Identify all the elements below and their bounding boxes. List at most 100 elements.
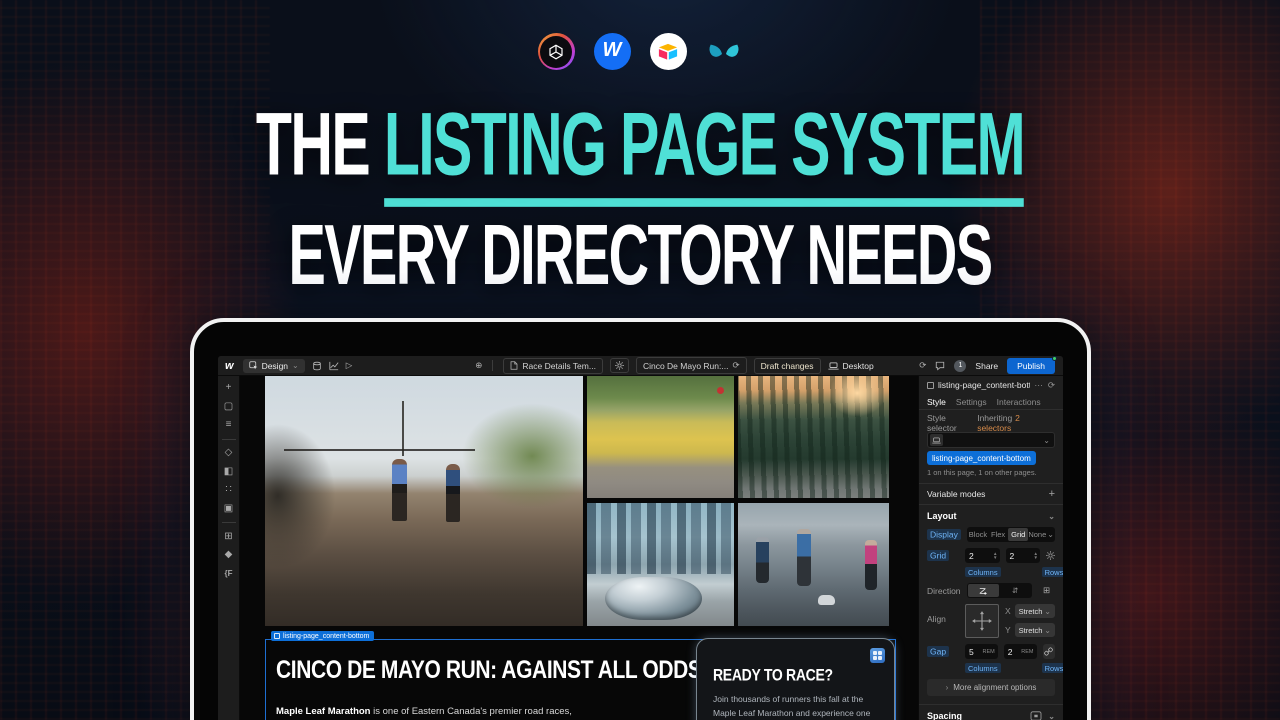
template-name: Race Details Tem... [522, 361, 596, 371]
tab-settings[interactable]: Settings [956, 397, 987, 407]
page-settings-button[interactable] [610, 358, 629, 373]
publish-label: Publish [1017, 361, 1045, 371]
row-gap-input[interactable]: 2 REM [1004, 644, 1037, 659]
preview-play-icon[interactable]: ▷ [346, 360, 353, 371]
display-label: Display [927, 529, 961, 540]
publish-status-dot [1052, 356, 1057, 361]
webflow-letter: W [603, 39, 622, 62]
components-icon[interactable]: ◇ [225, 448, 233, 458]
chevron-down-icon[interactable]: ⌄ [1043, 436, 1050, 445]
row-gap-value: 2 [1008, 647, 1013, 657]
display-option-none[interactable]: None⌄ [1028, 528, 1054, 541]
collaborator-avatar[interactable]: 1 [954, 360, 966, 372]
class-selector-input[interactable]: ⌄ [927, 432, 1055, 448]
grid-columns-stepper[interactable]: 2 ▲▼ [965, 548, 1000, 563]
runner-silhouette [865, 540, 877, 590]
assets-icon[interactable]: ▣ [224, 504, 233, 514]
layouts-icon[interactable]: ◧ [224, 467, 233, 477]
rows-label[interactable]: Rows [1042, 663, 1063, 673]
breakpoint-desktop-button[interactable]: Desktop [828, 361, 874, 371]
selected-content-section[interactable]: listing-page_content-bottom CINCO DE MAY… [265, 639, 896, 720]
cms-item-selector[interactable]: Cinco De Mayo Run:... ⟳ [636, 357, 747, 374]
hero-title-prefix: THE [256, 95, 384, 194]
display-option-flex[interactable]: Flex [988, 528, 1008, 541]
tab-interactions[interactable]: Interactions [997, 397, 1041, 407]
align-y-select[interactable]: Stretch ⌄ [1015, 623, 1055, 637]
analytics-icon[interactable] [329, 361, 339, 371]
grid-rows-stepper[interactable]: 2 ▲▼ [1006, 548, 1041, 563]
cms-database-icon[interactable] [312, 361, 322, 371]
photo-rain-runners[interactable] [738, 503, 889, 626]
apps-icon[interactable]: ⊞ [224, 532, 232, 542]
align-x-select[interactable]: Stretch ⌄ [1015, 604, 1055, 618]
grid-axis-labels: Columns Rows [919, 567, 1063, 577]
design-mode-button[interactable]: Design ⌄ [243, 359, 305, 373]
photo-decoration [818, 595, 835, 605]
gap-label: Gap [927, 646, 949, 657]
step-down-icon[interactable]: ▼ [993, 556, 997, 560]
page-template-selector[interactable]: Race Details Tem... [503, 358, 603, 374]
more-alignment-options-button[interactable]: › More alignment options [927, 679, 1055, 696]
align-cross-icon [971, 610, 993, 632]
cms-icon[interactable]: ◆ [225, 550, 233, 560]
display-option-block[interactable]: Block [968, 528, 988, 541]
tab-style[interactable]: Style [927, 397, 946, 407]
publish-button[interactable]: Publish [1007, 358, 1055, 374]
alignment-widget[interactable] [965, 604, 999, 638]
draft-changes-badge[interactable]: Draft changes [754, 358, 821, 374]
cube-app-logo-icon [538, 33, 575, 70]
ready-to-race-card[interactable]: READY TO RACE? Join thousands of runners… [696, 638, 895, 720]
localization-globe-icon[interactable]: ⊕ [475, 360, 482, 371]
style-panel: listing-page_content-bott... ··· ⟳ Style… [918, 376, 1063, 720]
photo-bean-skyline[interactable] [587, 503, 734, 626]
airtable-glyph [657, 42, 679, 62]
add-elements-icon[interactable]: + [226, 383, 232, 393]
class-pill[interactable]: listing-page_content-bottom [927, 451, 1036, 465]
pages-icon[interactable]: ▢ [224, 402, 233, 412]
webflow-menu-icon[interactable]: w [225, 360, 234, 372]
align-y-value: Stretch [1019, 626, 1043, 635]
whalesync-wings [708, 43, 740, 61]
spacing-section-header[interactable]: Spacing ⌄ [919, 705, 1063, 720]
row-gap-unit: REM [1021, 649, 1033, 655]
dense-grid-icon[interactable]: ⊞ [1038, 583, 1055, 598]
designer-canvas[interactable]: listing-page_content-bottom CINCO DE MAY… [240, 376, 918, 720]
variables-icon[interactable]: ∷ [225, 485, 231, 495]
toolbar-divider [222, 439, 236, 440]
columns-label[interactable]: Columns [965, 567, 1001, 577]
direction-column-icon[interactable]: ⇵ [999, 584, 1031, 597]
step-down-icon[interactable]: ▼ [1034, 556, 1038, 560]
layout-section-header[interactable]: Layout ⌄ [919, 505, 1063, 527]
photo-runners-main[interactable] [265, 376, 583, 626]
grid-app-icon [870, 648, 885, 663]
more-options-icon[interactable]: ··· [1034, 380, 1043, 391]
photo-yellow-crowd[interactable] [587, 376, 734, 498]
grid-settings-gear-icon[interactable] [1046, 551, 1055, 560]
laptop-icon [828, 362, 839, 370]
photo-mountain-forest[interactable] [738, 376, 889, 498]
display-option-grid[interactable]: Grid [1008, 528, 1028, 541]
direction-row-icon[interactable] [968, 584, 1000, 597]
variable-modes-row[interactable]: Variable modes + [919, 484, 1063, 505]
chevron-down-icon: ⌄ [1047, 530, 1054, 539]
swap-item-icon: ⟳ [732, 360, 739, 371]
spacing-preset-icon[interactable] [1030, 711, 1042, 720]
align-row: Align X Stretch ⌄ [919, 604, 1063, 638]
topbar-right-group: ⟳ 1 Share Publish [919, 358, 1055, 374]
comments-icon[interactable] [935, 361, 945, 371]
create-component-icon[interactable]: ⟳ [1048, 380, 1055, 391]
rows-label[interactable]: Rows [1042, 567, 1063, 577]
webflow-designer-window: w Design ⌄ ▷ ⊕ Race Details Tem... [218, 356, 1063, 720]
element-box-icon [274, 633, 280, 639]
navigator-icon[interactable]: ≡ [226, 420, 232, 430]
runner-silhouette [797, 529, 811, 586]
finsweet-extension-icon[interactable]: {F [225, 569, 233, 579]
columns-label[interactable]: Columns [965, 663, 1001, 673]
design-cursor-icon [249, 361, 258, 370]
sync-icon[interactable]: ⟳ [919, 360, 926, 371]
selected-element-row[interactable]: listing-page_content-bott... ··· ⟳ [919, 376, 1063, 394]
link-gaps-icon[interactable] [1043, 644, 1056, 659]
add-variable-mode-icon[interactable]: + [1049, 488, 1055, 500]
share-button[interactable]: Share [975, 361, 998, 371]
column-gap-input[interactable]: 5 REM [965, 644, 998, 659]
